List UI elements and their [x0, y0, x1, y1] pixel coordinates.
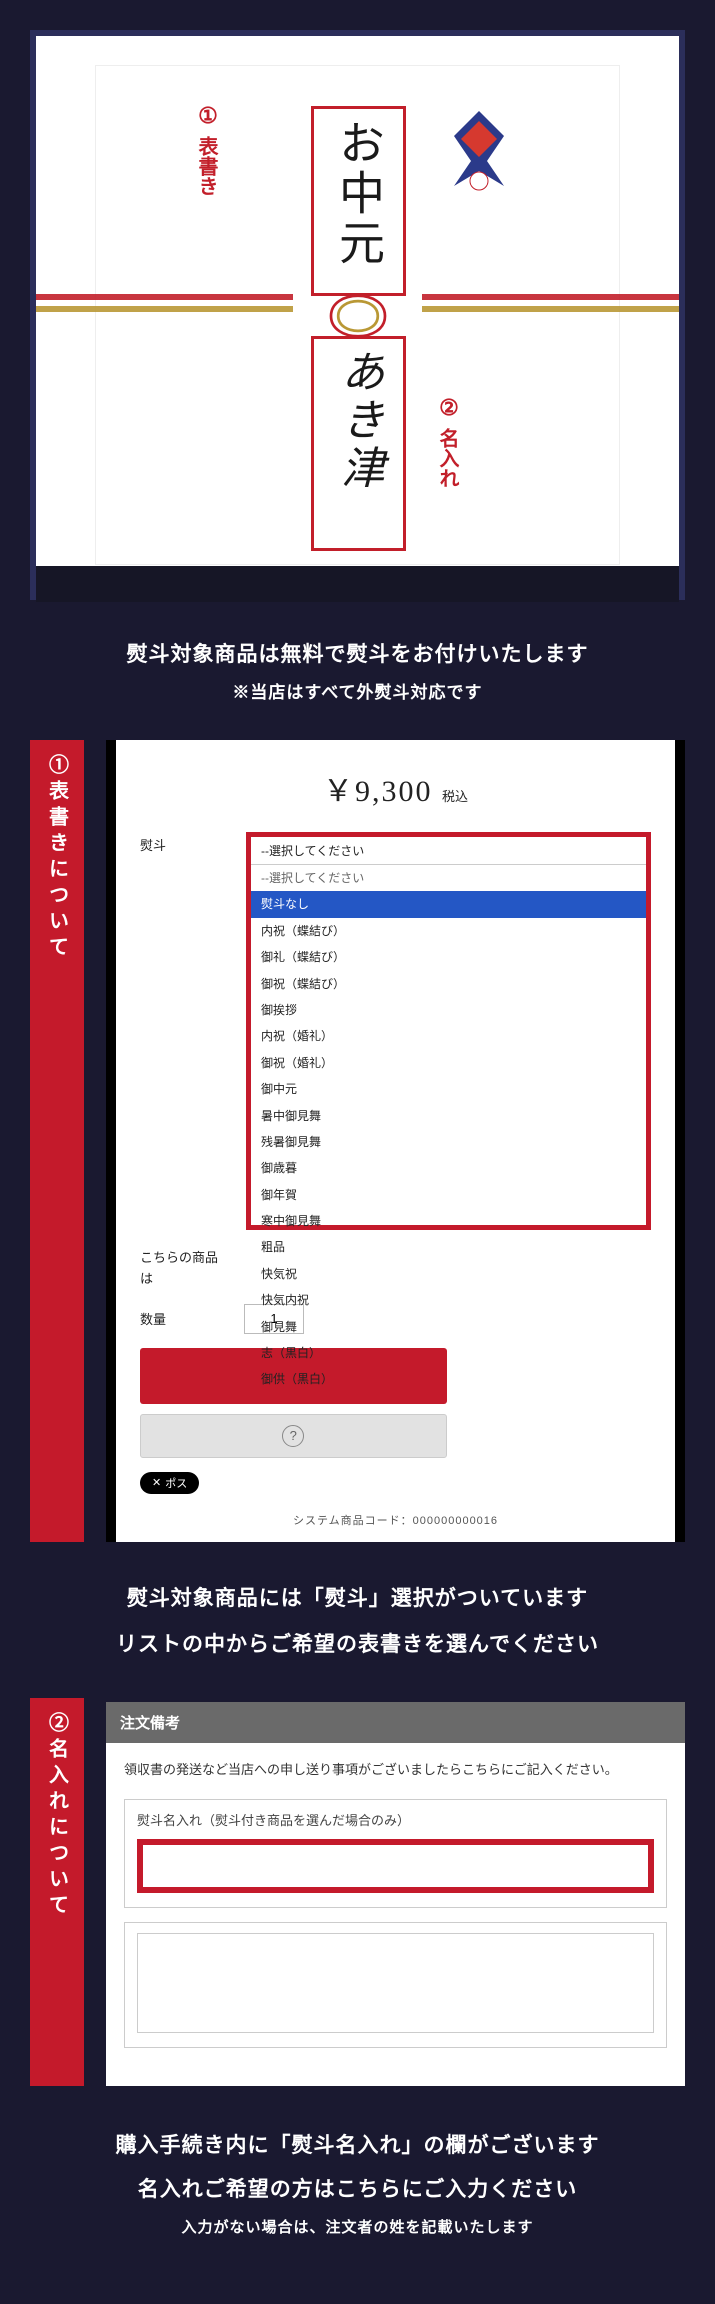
annotation-1: ① 表書き: [194, 104, 266, 202]
noshi-option[interactable]: 御年賀: [251, 1182, 646, 1208]
noshi-option[interactable]: 御供（黒白）: [251, 1366, 646, 1392]
x-post-pill[interactable]: ✕ ポス: [140, 1472, 199, 1494]
help-button[interactable]: ?: [140, 1414, 447, 1458]
product-panel: ￥9,300 税込 熨斗 --選択してください --選択してください熨斗なし内祝…: [106, 740, 685, 1542]
share-pill-row: ✕ ポス: [140, 1472, 651, 1494]
noshi-option[interactable]: 御祝（婚礼）: [251, 1050, 646, 1076]
noshi-option[interactable]: 寒中御見舞: [251, 1208, 646, 1234]
syscode-value: 000000000016: [413, 1515, 498, 1527]
x-post-label: ポス: [165, 1475, 187, 1491]
noshi-shadow-strip: [36, 566, 679, 602]
naire-box: あき津: [311, 336, 406, 551]
sec2-caption-l2: 名入れご希望の方はこちらにご入力ください: [30, 2168, 685, 2212]
sec1-caption-l1: 熨斗対象商品には「熨斗」選択がついています: [30, 1576, 685, 1622]
order-notes-panel: 注文備考 領収書の発送など当店への申し送り事項がございましたらこちらにご記入くだ…: [106, 1702, 685, 2086]
noshi-select-row: 熨斗 --選択してください --選択してください熨斗なし内祝（蝶結び）御礼（蝶結…: [140, 832, 651, 1230]
section-2-tab-label: ②名入れについて: [43, 1712, 72, 1920]
order-notes-header: 注文備考: [106, 1702, 685, 1743]
noshi-option[interactable]: 快気祝: [251, 1261, 646, 1287]
annotation-1-number: ①: [194, 104, 222, 132]
noshi-option[interactable]: 熨斗なし: [251, 891, 646, 917]
naire-text: あき津: [326, 339, 390, 493]
annotation-2-number: ②: [435, 396, 463, 424]
caption-line-2: ※当店はすべて外熨斗対応です: [30, 676, 685, 710]
annotation-1-label: 表書き: [194, 136, 218, 196]
section-1-caption: 熨斗対象商品には「熨斗」選択がついています リストの中からご希望の表書きを選んで…: [30, 1576, 685, 1668]
noshi-illustration: お中元 あき津 ① 表書き ② 名入れ: [30, 30, 685, 600]
section-2-caption: 購入手続き内に「熨斗名入れ」の欄がございます 名入れご希望の方はこちらにご入力く…: [30, 2124, 685, 2244]
product-note-label: こちらの商品は: [140, 1244, 230, 1290]
noshi-label: 熨斗: [140, 832, 230, 857]
section-1-tab-label: ①表書きについて: [43, 754, 72, 962]
naire-input[interactable]: [137, 1839, 654, 1893]
sec2-caption-l3: 入力がない場合は、注文者の姓を記載いたします: [30, 2212, 685, 2244]
noshi-option[interactable]: 快気内祝: [251, 1287, 646, 1313]
noshi-option[interactable]: 粗品: [251, 1234, 646, 1260]
noshi-ornament: [449, 111, 509, 231]
noshi-option[interactable]: 内祝（蝶結び）: [251, 918, 646, 944]
noshi-select-head: --選択してください: [251, 837, 646, 865]
omotegaki-box: お中元: [311, 106, 406, 296]
omotegaki-text: お中元: [325, 109, 391, 269]
x-icon: ✕: [152, 1476, 161, 1489]
order-notes-text: 領収書の発送など当店への申し送り事項がございましたらこちらにご記入ください。: [124, 1759, 667, 1781]
price-row: ￥9,300 税込: [140, 766, 651, 810]
noshi-option[interactable]: 暑中御見舞: [251, 1103, 646, 1129]
noshi-option[interactable]: --選択してください: [251, 865, 646, 891]
remarks-input[interactable]: [137, 1933, 654, 2033]
question-icon: ?: [282, 1425, 304, 1447]
top-caption: 熨斗対象商品は無料で熨斗をお付けいたします ※当店はすべて外熨斗対応です: [30, 634, 685, 710]
noshi-option[interactable]: 御中元: [251, 1076, 646, 1102]
system-code: システム商品コード：000000000016: [140, 1512, 651, 1528]
taxin-label: 税込: [442, 789, 468, 804]
noshi-select[interactable]: --選択してください --選択してください熨斗なし内祝（蝶結び）御礼（蝶結び）御…: [246, 832, 651, 1230]
section-2-tab: ②名入れについて: [30, 1698, 84, 2086]
noshi-option[interactable]: 御挨拶: [251, 997, 646, 1023]
order-notes-body: 領収書の発送など当店への申し送り事項がございましたらこちらにご記入ください。 熨…: [106, 1743, 685, 2078]
noshi-option[interactable]: 残暑御見舞: [251, 1129, 646, 1155]
annotation-2: ② 名入れ: [435, 396, 507, 494]
annotation-2-label: 名入れ: [435, 428, 459, 488]
noshi-option[interactable]: 志（黒白）: [251, 1340, 646, 1366]
noshi-option[interactable]: 御見舞: [251, 1314, 646, 1340]
section-naire: ②名入れについて 注文備考 領収書の発送など当店への申し送り事項がございましたら…: [30, 1698, 685, 2086]
section-1-tab: ①表書きについて: [30, 740, 84, 1542]
remarks-field-box: [124, 1922, 667, 2048]
noshi-option[interactable]: 御礼（蝶結び）: [251, 944, 646, 970]
caption-line-1: 熨斗対象商品は無料で熨斗をお付けいたします: [30, 634, 685, 676]
naire-field-box: 熨斗名入れ（熨斗付き商品を選んだ場合のみ）: [124, 1799, 667, 1908]
noshi-option[interactable]: 御歳暮: [251, 1155, 646, 1181]
naire-field-label: 熨斗名入れ（熨斗付き商品を選んだ場合のみ）: [137, 1810, 654, 1829]
noshi-option[interactable]: 御祝（蝶結び）: [251, 971, 646, 997]
section-omotegaki: ①表書きについて ￥9,300 税込 熨斗 --選択してください --選択してく…: [30, 740, 685, 1542]
sec2-caption-l1: 購入手続き内に「熨斗名入れ」の欄がございます: [30, 2124, 685, 2168]
quantity-label: 数量: [140, 1306, 230, 1331]
price-value: ￥9,300: [323, 775, 433, 808]
syscode-label: システム商品コード：: [293, 1515, 413, 1527]
noshi-option-list: --選択してください熨斗なし内祝（蝶結び）御礼（蝶結び）御祝（蝶結び）御挨拶内祝…: [251, 865, 646, 1225]
noshi-option[interactable]: 内祝（婚礼）: [251, 1023, 646, 1049]
sec1-caption-l2: リストの中からご希望の表書きを選んでください: [30, 1622, 685, 1668]
